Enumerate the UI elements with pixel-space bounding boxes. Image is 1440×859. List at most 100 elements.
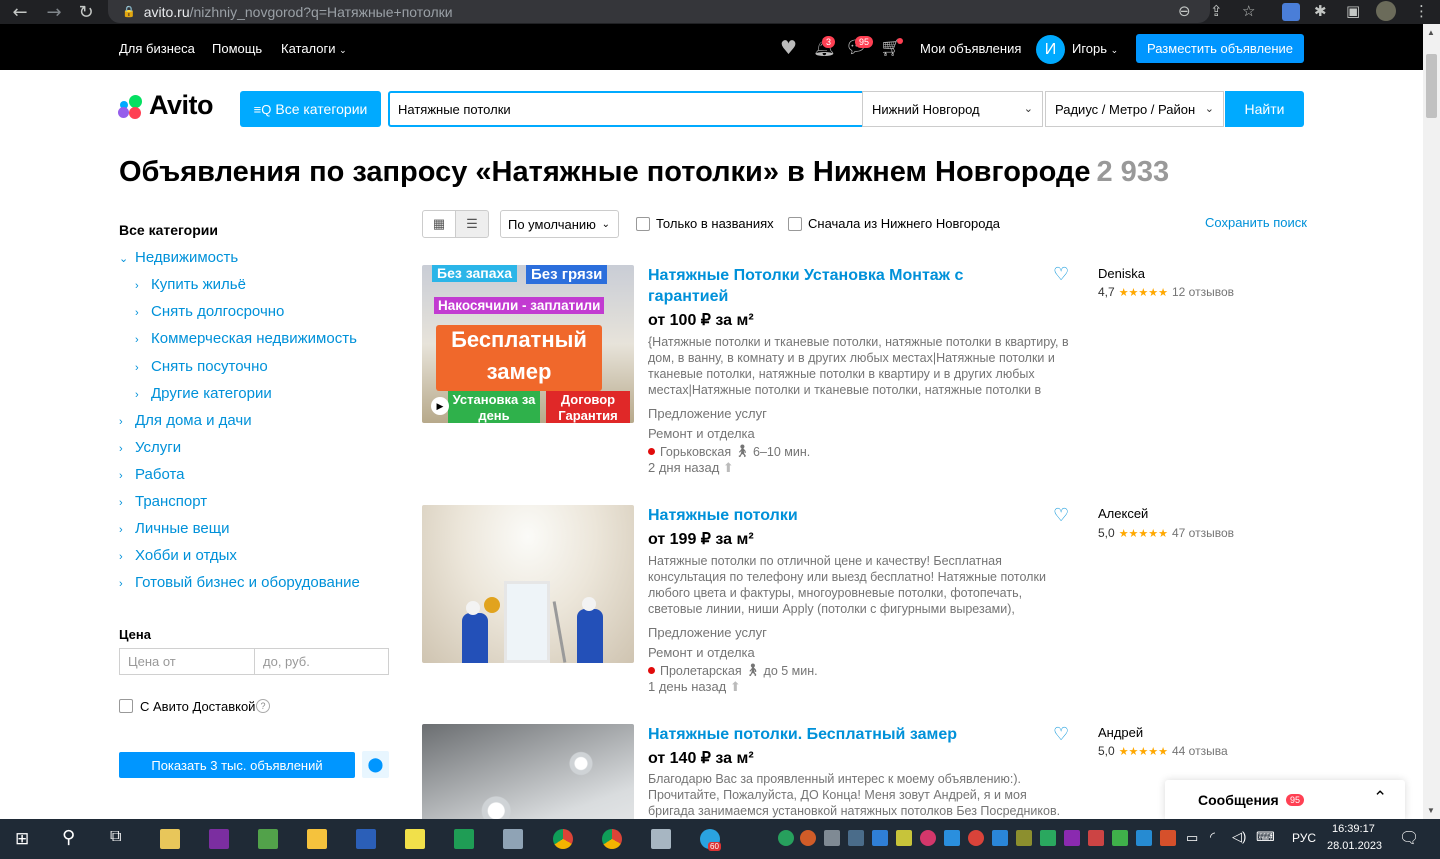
video-play-icon[interactable]: ▶ bbox=[431, 397, 449, 415]
spreadsheet-app-icon[interactable] bbox=[258, 829, 278, 849]
search-icon[interactable]: ⚲ bbox=[62, 827, 75, 848]
share-icon[interactable]: ⇪ bbox=[1210, 2, 1223, 20]
listing-photo[interactable] bbox=[422, 505, 634, 663]
messages-widget[interactable]: Сообщения 95 ⌃ bbox=[1165, 780, 1405, 820]
wifi-icon[interactable]: ◜ bbox=[1210, 829, 1215, 845]
tray-icon[interactable] bbox=[1040, 830, 1056, 846]
favorite-heart-icon[interactable]: ♡ bbox=[1053, 724, 1069, 745]
avatar[interactable]: И bbox=[1036, 35, 1065, 64]
tray-icon[interactable] bbox=[1112, 830, 1128, 846]
tray-icon[interactable] bbox=[778, 830, 794, 846]
translate-icon[interactable] bbox=[1282, 3, 1300, 21]
find-button[interactable]: Найти bbox=[1225, 91, 1304, 127]
grid-view-icon[interactable]: ▦ bbox=[422, 210, 456, 238]
chevron-up-icon[interactable]: ⌃ bbox=[1373, 788, 1387, 808]
chrome-app-icon[interactable] bbox=[602, 829, 622, 849]
listing-title[interactable]: Натяжные потолки bbox=[648, 505, 988, 526]
sidebar-item-buy-home[interactable]: › Купить жильё bbox=[135, 276, 246, 293]
listing-photo[interactable]: Без запаха Без грязи Накосячили - заплат… bbox=[422, 265, 634, 423]
show-results-button[interactable]: Показать 3 тыс. объявлений bbox=[119, 752, 355, 778]
sort-select[interactable]: По умолчанию ⌄ bbox=[500, 210, 619, 238]
listing-card[interactable]: Натяжные потолки от 199 ₽ за м² Натяжные… bbox=[422, 505, 1322, 695]
sidebar-item-hobby[interactable]: › Хобби и отдых bbox=[119, 547, 237, 564]
sidebar-icon[interactable]: ▣ bbox=[1346, 2, 1360, 20]
bookmark-star-icon[interactable]: ☆ bbox=[1242, 2, 1255, 20]
my-ads-link[interactable]: Мои объявления bbox=[920, 41, 1021, 56]
tray-icon[interactable] bbox=[1160, 830, 1176, 846]
map-pin-icon[interactable]: ⬤ bbox=[362, 751, 389, 778]
user-menu[interactable]: Игорь ⌄ bbox=[1072, 41, 1118, 56]
seller-name[interactable]: Андрей bbox=[1098, 725, 1143, 740]
task-view-icon[interactable]: ⧉ bbox=[110, 828, 121, 846]
tray-icon[interactable] bbox=[1136, 830, 1152, 846]
radius-select[interactable]: Радиус / Метро / Район ⌄ bbox=[1045, 91, 1224, 127]
favorites-heart-icon[interactable]: ♥ bbox=[780, 37, 797, 59]
reviews-count[interactable]: 44 отзыва bbox=[1172, 744, 1228, 758]
save-search-link[interactable]: Сохранить поиск bbox=[1205, 215, 1307, 230]
reviews-count[interactable]: 47 отзывов bbox=[1172, 526, 1234, 540]
search-input[interactable] bbox=[388, 91, 864, 127]
sidebar-item-business[interactable]: › Готовый бизнес и оборудование bbox=[119, 574, 360, 591]
chrome-app-icon[interactable] bbox=[553, 829, 573, 849]
tray-icon[interactable] bbox=[824, 830, 840, 846]
address-bar[interactable]: 🔒 avito.ru/nizhniy_novgorod?q=Натяжные+п… bbox=[108, 0, 1210, 23]
clock-time[interactable]: 16:39:17 bbox=[1332, 823, 1375, 835]
notification-center-icon[interactable]: 🗨︎ bbox=[1399, 828, 1419, 848]
onenote-app-icon[interactable] bbox=[209, 829, 229, 849]
sticky-notes-app-icon[interactable] bbox=[405, 829, 425, 849]
tray-icon[interactable] bbox=[944, 830, 960, 846]
sidebar-item-realty[interactable]: ⌄ Недвижимость bbox=[119, 249, 238, 266]
listing-card[interactable]: Без запаха Без грязи Накосячили - заплат… bbox=[422, 264, 1322, 480]
sidebar-item-transport[interactable]: › Транспорт bbox=[119, 493, 207, 510]
notepad-app-icon[interactable] bbox=[160, 829, 180, 849]
avito-logo[interactable]: Avito bbox=[118, 90, 214, 121]
post-ad-button[interactable]: Разместить объявление bbox=[1136, 34, 1304, 63]
reviews-count[interactable]: 12 отзывов bbox=[1172, 285, 1234, 299]
calculator-app-icon[interactable] bbox=[651, 829, 671, 849]
delivery-checkbox[interactable] bbox=[119, 699, 133, 713]
language-indicator[interactable]: РУС bbox=[1292, 831, 1316, 845]
tray-icon[interactable] bbox=[872, 830, 888, 846]
scroll-thumb[interactable] bbox=[1426, 54, 1437, 118]
sidebar-item-home-garden[interactable]: › Для дома и дачи bbox=[119, 412, 252, 429]
calc-sheet-app-icon[interactable] bbox=[454, 829, 474, 849]
seller-name[interactable]: Алексей bbox=[1098, 506, 1148, 521]
app-icon[interactable] bbox=[503, 829, 523, 849]
zoom-icon[interactable]: ⊖ bbox=[1178, 2, 1191, 20]
sidebar-item-rent-daily[interactable]: › Снять посуточно bbox=[135, 358, 268, 375]
extensions-icon[interactable]: ✱ bbox=[1314, 2, 1327, 20]
price-to-input[interactable]: до, руб. bbox=[254, 648, 389, 675]
all-categories-button[interactable]: ≡Q Все категории bbox=[240, 91, 381, 127]
tray-icon[interactable] bbox=[920, 830, 936, 846]
tray-icon[interactable] bbox=[1016, 830, 1032, 846]
sidebar-item-other[interactable]: › Другие категории bbox=[135, 385, 272, 402]
windows-start-icon[interactable]: ⊞ bbox=[15, 829, 29, 849]
scroll-up-icon[interactable]: ▲ bbox=[1427, 28, 1435, 37]
tray-icon[interactable] bbox=[848, 830, 864, 846]
favorite-heart-icon[interactable]: ♡ bbox=[1053, 264, 1069, 285]
price-from-input[interactable]: Цена от bbox=[119, 648, 255, 675]
list-view-icon[interactable]: ☰ bbox=[455, 210, 489, 238]
word-app-icon[interactable] bbox=[356, 829, 376, 849]
sidebar-item-jobs[interactable]: › Работа bbox=[119, 466, 185, 483]
help-icon[interactable]: ? bbox=[256, 699, 270, 713]
keyboard-icon[interactable]: ⌨ bbox=[1256, 829, 1275, 845]
profile-icon[interactable] bbox=[1376, 1, 1396, 21]
battery-icon[interactable]: ▭ bbox=[1186, 830, 1198, 846]
city-select[interactable]: Нижний Новгород ⌄ bbox=[862, 91, 1043, 127]
menu-icon[interactable]: ⋮ bbox=[1414, 2, 1429, 20]
sidebar-item-personal[interactable]: › Личные вещи bbox=[119, 520, 229, 537]
tray-icon[interactable] bbox=[992, 830, 1008, 846]
listing-title[interactable]: Натяжные потолки. Бесплатный замер bbox=[648, 724, 988, 745]
business-link[interactable]: Для бизнеса bbox=[119, 41, 195, 56]
local-first-checkbox[interactable] bbox=[788, 217, 802, 231]
volume-icon[interactable]: ◁) bbox=[1232, 829, 1246, 845]
back-icon[interactable]: ← bbox=[6, 0, 34, 24]
only-titles-checkbox[interactable] bbox=[636, 217, 650, 231]
tray-icon[interactable] bbox=[800, 830, 816, 846]
sidebar-item-rent-long[interactable]: › Снять долгосрочно bbox=[135, 303, 284, 320]
explorer-app-icon[interactable] bbox=[307, 829, 327, 849]
tray-icon[interactable] bbox=[896, 830, 912, 846]
scroll-down-icon[interactable]: ▼ bbox=[1427, 806, 1435, 815]
sidebar-item-services[interactable]: › Услуги bbox=[119, 439, 181, 456]
